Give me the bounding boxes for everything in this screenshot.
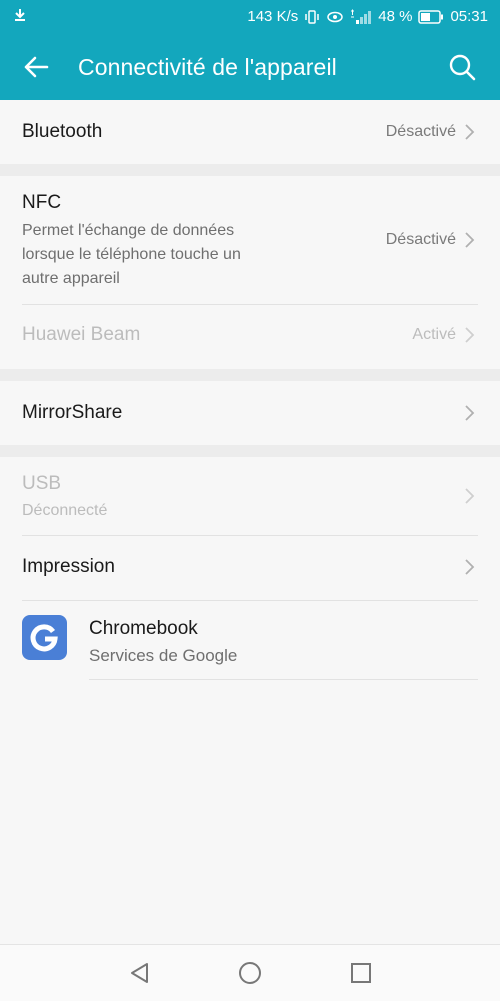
search-icon[interactable] xyxy=(446,51,478,83)
chevron-right-icon xyxy=(465,232,475,248)
nav-home-icon[interactable] xyxy=(236,959,264,987)
divider xyxy=(89,679,478,680)
network-speed: 143 K/s xyxy=(247,8,299,25)
chevron-right-icon xyxy=(465,559,475,575)
settings-list: Bluetooth Désactivé NFC Permet l'échange… xyxy=(0,100,500,697)
chromebook-row[interactable]: Chromebook Services de Google xyxy=(0,601,500,679)
navigation-bar xyxy=(0,944,500,1001)
impression-row[interactable]: Impression xyxy=(0,536,500,600)
section-separator xyxy=(0,445,500,457)
chevron-right-icon xyxy=(465,327,475,343)
usb-status: Déconnecté xyxy=(22,502,108,519)
nfc-label: NFC xyxy=(22,192,62,213)
mirrorshare-row[interactable]: MirrorShare xyxy=(0,381,500,445)
chromebook-sublabel: Services de Google xyxy=(89,646,238,665)
impression-label: Impression xyxy=(22,556,115,577)
huawei-beam-status: Activé xyxy=(412,326,456,343)
usb-row[interactable]: USB Déconnecté xyxy=(0,457,500,534)
usb-label: USB xyxy=(22,473,62,494)
download-notification-icon xyxy=(12,7,28,27)
huawei-beam-row[interactable]: Huawei Beam Activé xyxy=(0,305,500,369)
nav-back-icon[interactable] xyxy=(126,959,154,987)
bluetooth-status: Désactivé xyxy=(385,123,456,140)
mirrorshare-label: MirrorShare xyxy=(22,402,123,423)
section-separator xyxy=(0,164,500,176)
signal-icon xyxy=(350,9,372,25)
clock: 05:31 xyxy=(450,8,488,25)
nfc-description-line-1: Permet l'échange de données xyxy=(22,222,235,239)
section-separator xyxy=(0,369,500,381)
chevron-right-icon xyxy=(465,405,475,421)
nfc-description-line-2: lorsque le téléphone touche un xyxy=(22,246,241,263)
nfc-status: Désactivé xyxy=(385,231,456,248)
eye-comfort-icon xyxy=(326,9,344,25)
page-title: Connectivité de l'appareil xyxy=(78,54,337,80)
chevron-right-icon xyxy=(465,124,475,140)
google-g-icon xyxy=(22,615,67,660)
chevron-right-icon xyxy=(465,488,475,504)
bluetooth-label: Bluetooth xyxy=(22,121,103,142)
battery-percent: 48 % xyxy=(378,8,413,25)
status-bar: 143 K/s 48 % 05:31 xyxy=(0,0,500,34)
chromebook-label: Chromebook xyxy=(89,618,198,639)
vibrate-icon xyxy=(304,9,320,25)
nfc-row[interactable]: NFC Permet l'échange de données lorsque … xyxy=(0,176,500,304)
bluetooth-row[interactable]: Bluetooth Désactivé xyxy=(0,100,500,164)
huawei-beam-label: Huawei Beam xyxy=(22,324,141,345)
back-arrow-icon[interactable] xyxy=(20,51,52,83)
nfc-description-line-3: autre appareil xyxy=(22,270,120,287)
app-bar: Connectivité de l'appareil xyxy=(0,34,500,100)
nav-recents-icon[interactable] xyxy=(347,959,375,987)
battery-icon xyxy=(418,9,444,24)
